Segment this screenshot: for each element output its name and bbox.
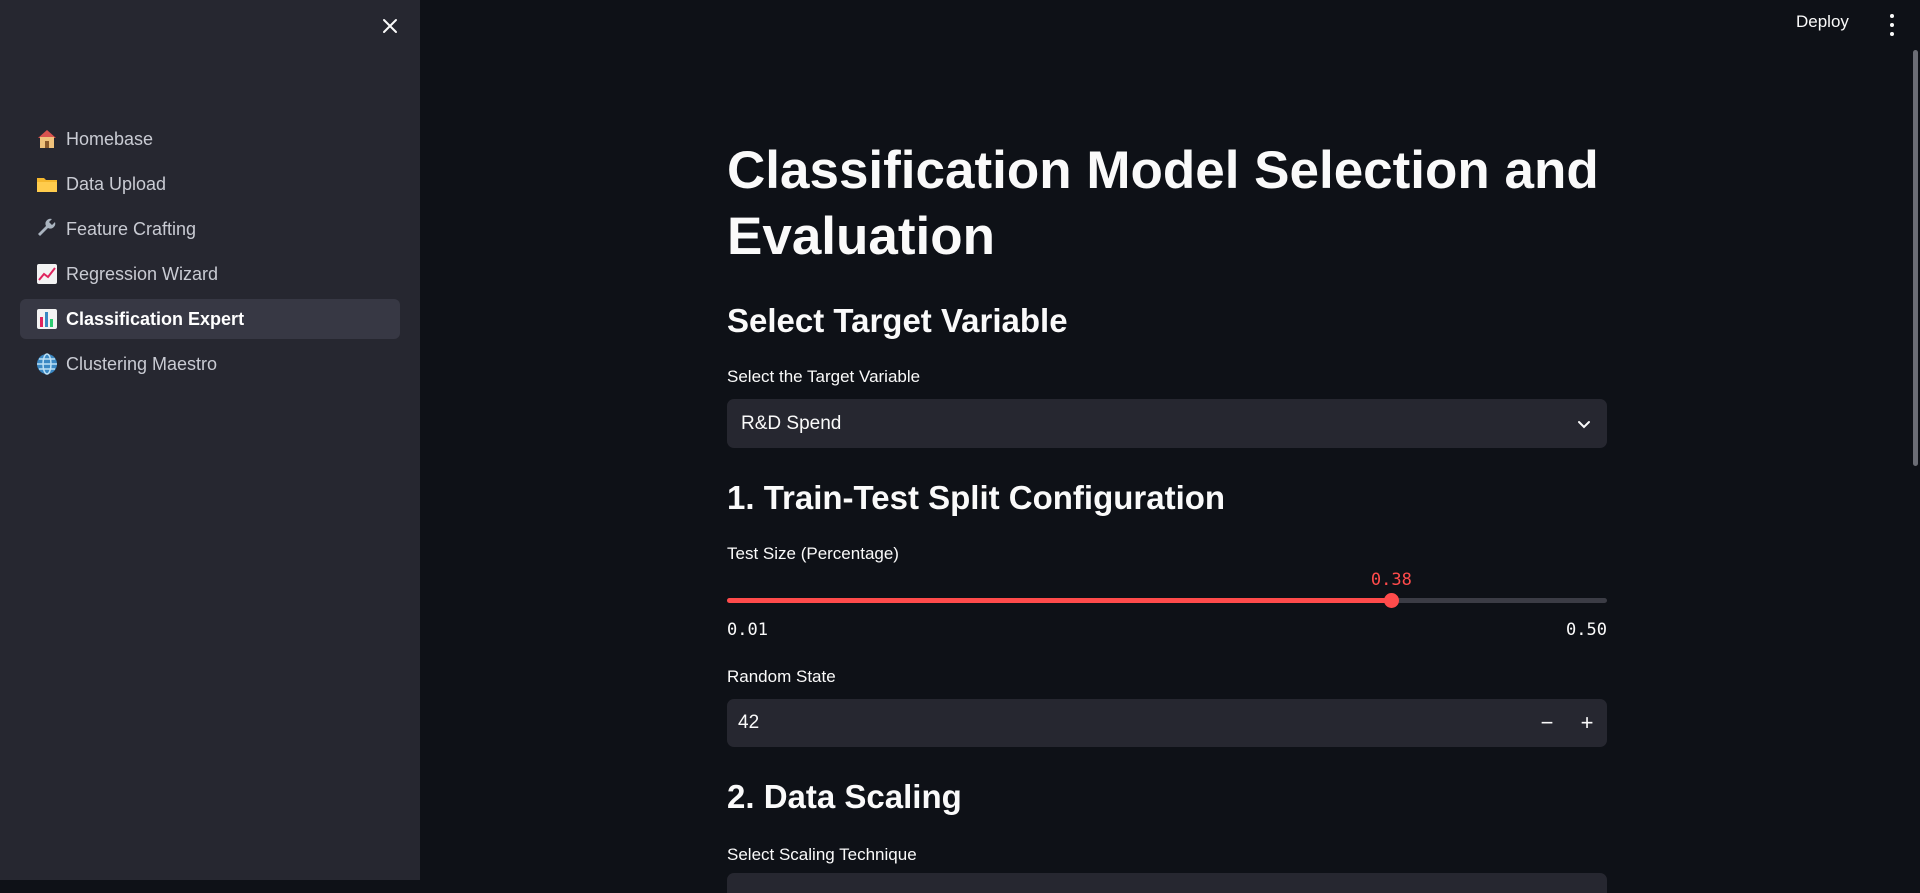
kebab-dot <box>1890 32 1894 36</box>
sidebar: Homebase Data Upload Feature Crafting Re… <box>0 0 420 880</box>
sidebar-item-label: Homebase <box>66 128 154 149</box>
globe-icon <box>34 351 60 377</box>
folder-icon <box>34 171 60 197</box>
sidebar-item-homebase[interactable]: Homebase <box>20 119 400 159</box>
deploy-button[interactable]: Deploy <box>1796 12 1849 32</box>
sidebar-item-feature-crafting[interactable]: Feature Crafting <box>20 209 400 249</box>
section-heading-target: Select Target Variable <box>727 302 1068 339</box>
close-icon <box>383 19 397 33</box>
target-variable-select[interactable]: R&D Spend <box>727 399 1607 448</box>
decrement-button[interactable]: − <box>1527 699 1567 747</box>
test-size-slider[interactable] <box>727 593 1607 608</box>
target-select-label: Select the Target Variable <box>727 367 921 386</box>
house-icon <box>34 126 60 152</box>
slider-min-label: 0.01 <box>727 620 768 640</box>
section-heading-scaling: 2. Data Scaling <box>727 778 962 815</box>
scaling-technique-select[interactable] <box>727 873 1607 893</box>
scrollbar[interactable] <box>1913 50 1918 466</box>
target-select-value: R&D Spend <box>741 412 842 434</box>
sidebar-item-label: Regression Wizard <box>66 263 219 284</box>
kebab-dot <box>1890 23 1894 27</box>
kebab-dot <box>1890 14 1894 18</box>
slider-thumb[interactable] <box>1384 593 1400 608</box>
random-state-value[interactable]: 42 <box>738 712 1527 734</box>
random-state-input[interactable]: 42 − + <box>727 699 1607 747</box>
chevron-down-icon <box>1578 420 1590 428</box>
sidebar-item-label: Classification Expert <box>66 308 245 329</box>
sidebar-item-regression-wizard[interactable]: Regression Wizard <box>20 254 400 294</box>
scaling-select-label: Select Scaling Technique <box>727 845 917 864</box>
increment-button[interactable]: + <box>1567 699 1607 747</box>
slider-max-label: 0.50 <box>1566 620 1607 640</box>
bar-chart-icon <box>34 306 60 332</box>
test-size-label: Test Size (Percentage) <box>727 544 899 563</box>
random-state-label: Random State <box>727 667 836 686</box>
slider-fill <box>727 598 1392 603</box>
sidebar-item-data-upload[interactable]: Data Upload <box>20 164 400 204</box>
slider-current-value: 0.38 <box>1370 570 1412 590</box>
section-heading-split: 1. Train-Test Split Configuration <box>727 479 1226 516</box>
sidebar-item-clustering-maestro[interactable]: Clustering Maestro <box>20 344 400 384</box>
sidebar-item-label: Clustering Maestro <box>66 353 218 374</box>
sidebar-item-label: Data Upload <box>66 173 167 194</box>
sidebar-item-label: Feature Crafting <box>66 218 197 239</box>
sidebar-nav: Homebase Data Upload Feature Crafting Re… <box>20 119 400 389</box>
sidebar-item-classification-expert[interactable]: Classification Expert <box>20 299 400 339</box>
main-menu-button[interactable] <box>1882 14 1902 36</box>
page-title: Classification Model Selection and Evalu… <box>727 141 1599 266</box>
chart-increasing-icon <box>34 261 60 287</box>
close-sidebar-button[interactable] <box>376 12 404 40</box>
wrench-icon <box>34 216 60 242</box>
